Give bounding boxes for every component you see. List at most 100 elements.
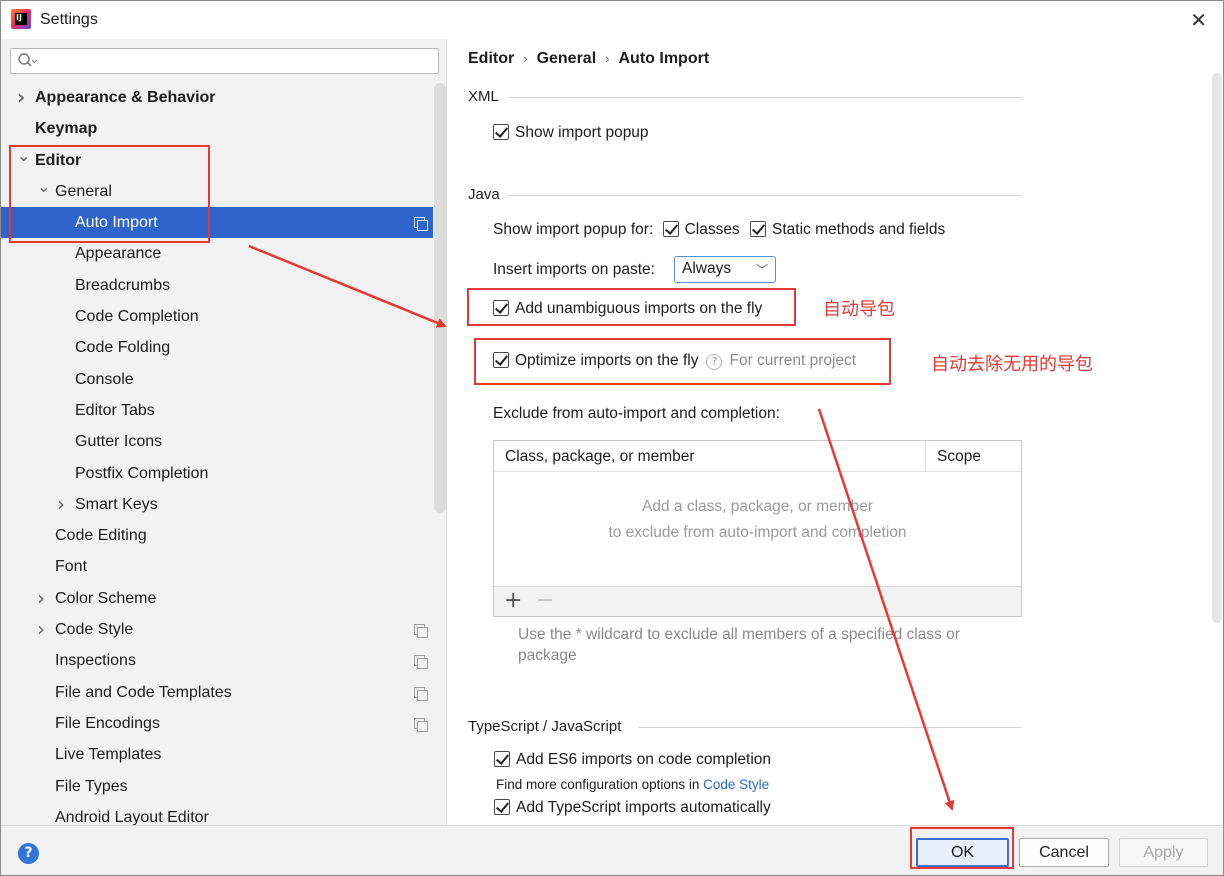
annotation-auto-remove: 自动去除无用的导包 — [931, 354, 1093, 375]
sidebar-item-keymap[interactable]: Keymap — [1, 113, 433, 144]
sidebar-item-label: Appearance — [75, 245, 162, 263]
sidebar-item-file-and-code-templates[interactable]: File and Code Templates — [1, 677, 433, 708]
project-scope-icon — [414, 717, 428, 732]
table-empty-text: Add a class, package, or member to exclu… — [494, 494, 1021, 546]
chevron-right-icon[interactable]: › — [57, 489, 65, 520]
sidebar-item-breadcrumbs[interactable]: Breadcrumbs — [1, 270, 433, 301]
intellij-app-icon: IJ — [11, 9, 31, 29]
code-style-link[interactable]: Code Style — [703, 777, 769, 792]
sidebar-item-font[interactable]: Font — [1, 551, 433, 582]
sidebar-item-gutter-icons[interactable]: Gutter Icons — [1, 426, 433, 457]
section-title-java: Java — [468, 186, 500, 203]
cancel-button[interactable]: Cancel — [1019, 838, 1109, 867]
chevron-right-icon[interactable]: › — [37, 583, 45, 614]
section-divider — [509, 97, 1022, 98]
sidebar-item-editor-tabs[interactable]: Editor Tabs — [1, 395, 433, 426]
sidebar-item-code-editing[interactable]: Code Editing — [1, 520, 433, 551]
search-input[interactable] — [10, 48, 439, 74]
classes-label: Classes — [684, 221, 740, 238]
insert-on-paste-select[interactable]: Always ﹀ — [674, 256, 776, 283]
sidebar-item-label: Appearance & Behavior — [35, 89, 216, 106]
section-title-typescript: TypeScript / JavaScript — [468, 718, 622, 735]
sidebar-item-label: Code Style — [55, 621, 134, 639]
project-scope-icon — [414, 624, 428, 639]
add-es6-checkbox[interactable] — [494, 751, 510, 767]
sidebar-item-console[interactable]: Console — [1, 364, 433, 395]
section-title-xml: XML — [468, 88, 499, 105]
exclude-table: Class, package, or member Scope Add a cl… — [493, 440, 1022, 617]
column-divider — [925, 441, 926, 472]
sidebar-item-code-style[interactable]: › Code Style — [1, 614, 433, 645]
sidebar-item-live-templates[interactable]: Live Templates — [1, 739, 433, 770]
sidebar-item-appearance[interactable]: Appearance — [1, 238, 433, 269]
add-ts-label: Add TypeScript imports automatically — [516, 799, 771, 816]
sidebar-item-code-completion[interactable]: Code Completion — [1, 301, 433, 332]
chevron-right-icon[interactable]: › — [37, 614, 45, 645]
sidebar-item-code-folding[interactable]: Code Folding — [1, 332, 433, 363]
annotation-box-editor — [9, 145, 210, 243]
add-es6-label: Add ES6 imports on code completion — [516, 751, 772, 768]
sidebar-item-file-types[interactable]: File Types — [1, 771, 433, 802]
sidebar-scrollbar[interactable] — [434, 83, 446, 513]
section-divider — [638, 727, 1022, 728]
sidebar-item-label: Console — [75, 370, 134, 388]
table-toolbar: + − — [494, 586, 1021, 616]
breadcrumb-general[interactable]: General — [537, 50, 597, 67]
sidebar-item-color-scheme[interactable]: › Color Scheme — [1, 583, 433, 614]
breadcrumb-separator: › — [523, 51, 528, 66]
add-icon[interactable]: + — [504, 589, 522, 613]
xml-show-import-popup-checkbox[interactable] — [493, 124, 509, 140]
popup-for-label: Show import popup for: — [493, 221, 654, 238]
sidebar-item-file-encodings[interactable]: File Encodings — [1, 708, 433, 739]
column-header-scope[interactable]: Scope — [937, 448, 981, 466]
title-bar: IJ Settings ✕ — [1, 1, 1223, 39]
empty-text-line1: Add a class, package, or member — [642, 498, 873, 515]
sidebar-item-label: Color Scheme — [55, 589, 157, 607]
breadcrumb-editor[interactable]: Editor — [468, 50, 514, 67]
sidebar-item-label: Keymap — [35, 120, 98, 138]
help-button[interactable]: ? — [18, 843, 39, 864]
project-scope-icon — [414, 655, 428, 670]
find-more-text: Find more configuration options in — [496, 777, 700, 792]
settings-content: Editor › General › Auto Import XML Show impo… — [448, 39, 1223, 825]
sidebar-item-label: Breadcrumbs — [75, 276, 171, 294]
apply-button: Apply — [1119, 838, 1208, 867]
chevron-right-icon[interactable]: › — [17, 82, 25, 113]
xml-show-import-popup-row[interactable]: Show import popup — [493, 124, 649, 142]
xml-show-import-popup-label: Show import popup — [515, 124, 649, 141]
sidebar-item-smart-keys[interactable]: › Smart Keys — [1, 489, 433, 520]
sidebar-item-label: Smart Keys — [75, 495, 158, 513]
exclude-table-header: Class, package, or member Scope — [494, 441, 1021, 472]
remove-icon: − — [536, 588, 555, 613]
sidebar-item-postfix-completion[interactable]: Postfix Completion — [1, 458, 433, 489]
window-title: Settings — [40, 11, 98, 28]
sidebar-item-label: Gutter Icons — [75, 433, 163, 451]
breadcrumb: Editor › General › Auto Import — [468, 50, 709, 68]
sidebar-item-android-layout-editor[interactable]: Android Layout Editor — [1, 802, 433, 825]
column-header-member[interactable]: Class, package, or member — [505, 448, 695, 466]
section-divider — [508, 195, 1022, 196]
add-ts-row[interactable]: Add TypeScript imports automatically — [494, 799, 771, 817]
sidebar-item-inspections[interactable]: Inspections — [1, 645, 433, 676]
content-scrollbar[interactable] — [1212, 73, 1222, 623]
sidebar-item-label: Font — [55, 558, 88, 576]
add-es6-row[interactable]: Add ES6 imports on code completion — [494, 751, 771, 769]
sidebar-item-label: Editor Tabs — [75, 401, 155, 419]
sidebar-item-appearance-behavior[interactable]: › Appearance & Behavior — [1, 82, 433, 113]
annotation-box-ok — [910, 827, 1014, 869]
chevron-down-icon: ﹀ — [755, 263, 768, 277]
sidebar-item-label: Android Layout Editor — [55, 808, 209, 825]
sidebar-item-label: Code Completion — [75, 308, 199, 326]
project-scope-icon — [414, 217, 428, 232]
classes-checkbox[interactable] — [662, 221, 679, 237]
close-icon[interactable]: ✕ — [1190, 8, 1207, 32]
sidebar-item-label: Code Folding — [75, 339, 171, 357]
insert-on-paste-label: Insert imports on paste: — [493, 261, 655, 278]
static-methods-checkbox[interactable] — [750, 221, 767, 237]
sidebar-item-label: Code Editing — [55, 527, 147, 545]
sidebar-item-label: File Types — [55, 777, 128, 795]
wildcard-note: Use the * wildcard to exclude all member… — [518, 626, 960, 664]
empty-text-line2: to exclude from auto-import and completi… — [608, 524, 907, 541]
breadcrumb-auto-import: Auto Import — [618, 50, 710, 67]
add-ts-checkbox[interactable] — [494, 799, 510, 815]
